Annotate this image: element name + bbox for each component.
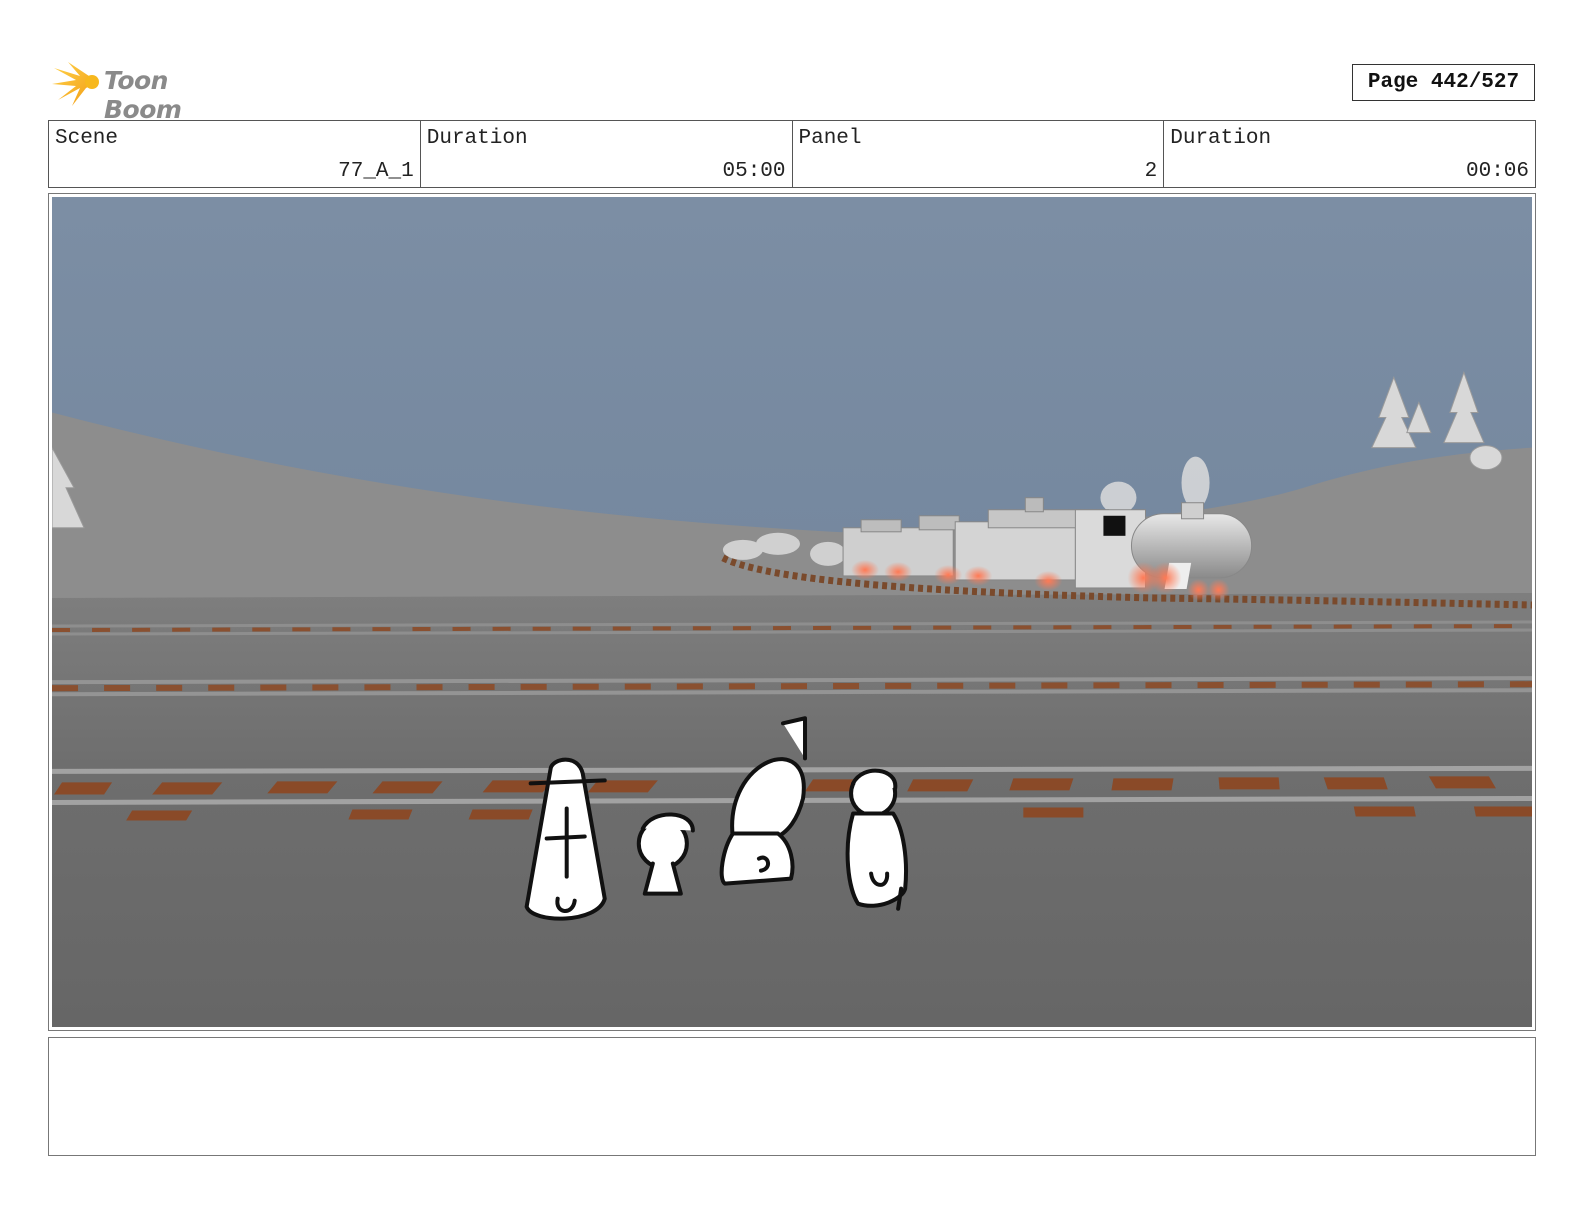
panel-label: Panel: [798, 127, 862, 150]
scene-cell: Scene 77_A_1: [49, 121, 421, 187]
scene-label: Scene: [55, 127, 119, 150]
star-burst-icon: [52, 62, 99, 106]
scene-info-table: Scene 77_A_1 Duration 05:00 Panel 2 Dura…: [48, 120, 1536, 188]
storyboard-panel-frame: [48, 193, 1536, 1031]
storyboard-panel-image: [52, 197, 1532, 1027]
page-indicator: Page 442/527: [1352, 64, 1535, 101]
panel-notes: [48, 1037, 1536, 1156]
panel-duration-value: 00:06: [1465, 160, 1529, 183]
panel-cell: Panel 2: [793, 121, 1165, 187]
toon-boom-logo: Toon Boom: [50, 56, 250, 124]
logo-text: Toon Boom: [104, 66, 182, 124]
scene-value: 77_A_1: [338, 160, 414, 183]
panel-duration-label: Duration: [1170, 127, 1272, 150]
panel-value: 2: [1144, 160, 1158, 183]
panel-duration-cell: Duration 00:06: [1164, 121, 1535, 187]
scene-duration-label: Duration: [426, 127, 528, 150]
scene-duration-value: 05:00: [722, 160, 786, 183]
scene-duration-cell: Duration 05:00: [421, 121, 793, 187]
